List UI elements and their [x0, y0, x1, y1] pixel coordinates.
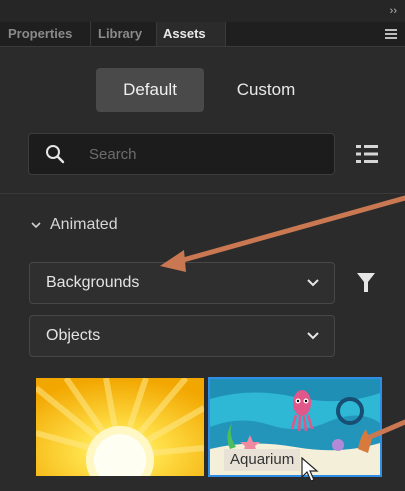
panel-top-strip: ›› [0, 0, 405, 22]
type-dropdown[interactable]: Objects [29, 315, 335, 357]
tab-properties[interactable]: Properties [2, 22, 91, 46]
asset-thumbnail-aquarium[interactable]: Aquarium [208, 377, 382, 477]
collapse-panel-icon[interactable]: ›› [390, 6, 397, 17]
section-label: Animated [50, 216, 118, 233]
type-dropdown-value: Objects [46, 327, 101, 344]
default-toggle-button[interactable]: Default [96, 68, 204, 112]
chevron-down-icon [307, 279, 319, 287]
custom-toggle-button[interactable]: Custom [214, 68, 318, 112]
sunburst-image [36, 378, 204, 476]
category-dropdown[interactable]: Backgrounds [29, 262, 335, 304]
chevron-down-icon [307, 332, 319, 340]
chevron-down-icon [31, 222, 41, 228]
tab-assets[interactable]: Assets [156, 22, 226, 46]
panel-tab-bar: Properties Library Assets [0, 22, 405, 47]
asset-label-aquarium: Aquarium [224, 449, 301, 471]
asset-thumbnail-sunburst[interactable] [36, 378, 204, 476]
search-input[interactable] [87, 141, 321, 167]
panel-menu-icon[interactable] [385, 29, 397, 39]
category-dropdown-value: Backgrounds [46, 274, 140, 291]
section-animated-header[interactable]: Animated [30, 213, 118, 237]
filter-icon[interactable] [357, 273, 375, 293]
mouse-pointer-icon [301, 457, 319, 482]
search-box [28, 133, 335, 175]
search-icon [46, 145, 65, 164]
annotation-arrow-to-dropdown [160, 195, 405, 272]
section-divider [0, 193, 405, 194]
list-view-icon[interactable] [356, 144, 378, 164]
tab-library[interactable]: Library [92, 22, 157, 46]
